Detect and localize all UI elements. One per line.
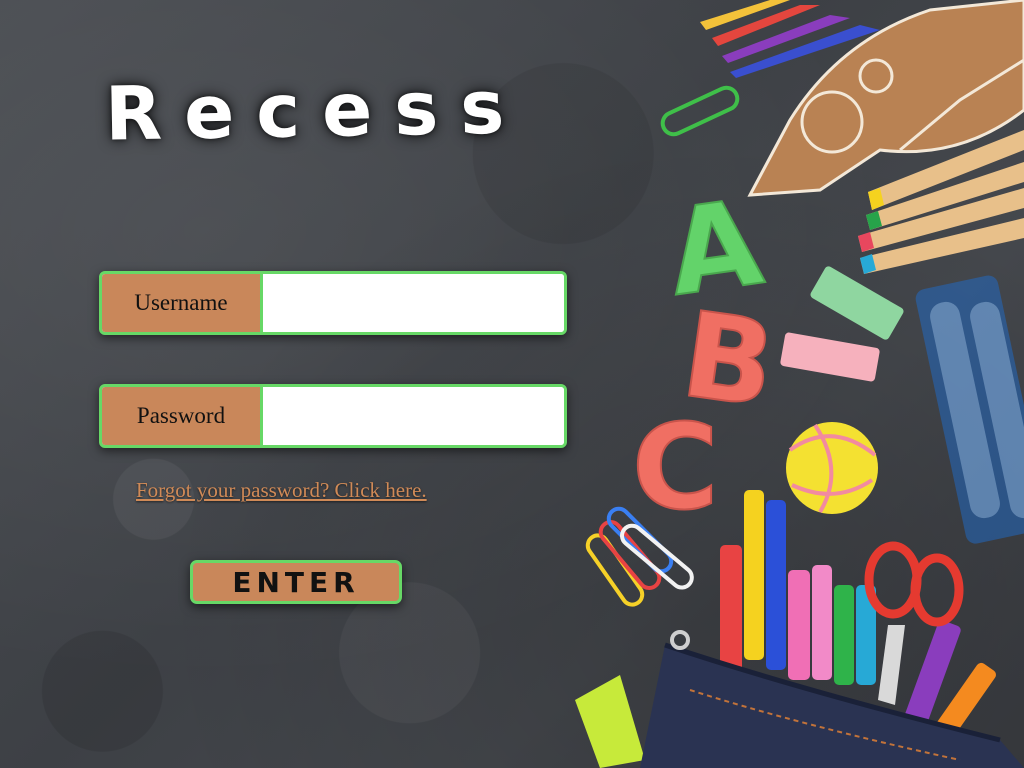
- chalk-sticks-icon: [780, 266, 904, 382]
- username-input[interactable]: [263, 274, 564, 332]
- password-label: Password: [102, 387, 263, 445]
- school-supplies-decoration: A B C: [575, 0, 1024, 768]
- ruler-icon: [575, 675, 645, 768]
- password-field: Password: [99, 384, 567, 448]
- rubber-band-ball-icon: [786, 422, 878, 514]
- forgot-password-link[interactable]: Forgot your password? Click here.: [136, 478, 427, 503]
- enter-button[interactable]: ENTER: [190, 560, 402, 604]
- username-label: Username: [102, 274, 263, 332]
- password-input[interactable]: [263, 387, 564, 445]
- paperclip-icon: [660, 85, 740, 137]
- test-tubes-icon: [915, 275, 1024, 544]
- app-title: Recess: [104, 64, 528, 158]
- svg-text:C: C: [632, 398, 719, 536]
- abc-letter-blocks-icon: A B C: [631, 172, 784, 537]
- username-field: Username: [99, 271, 567, 335]
